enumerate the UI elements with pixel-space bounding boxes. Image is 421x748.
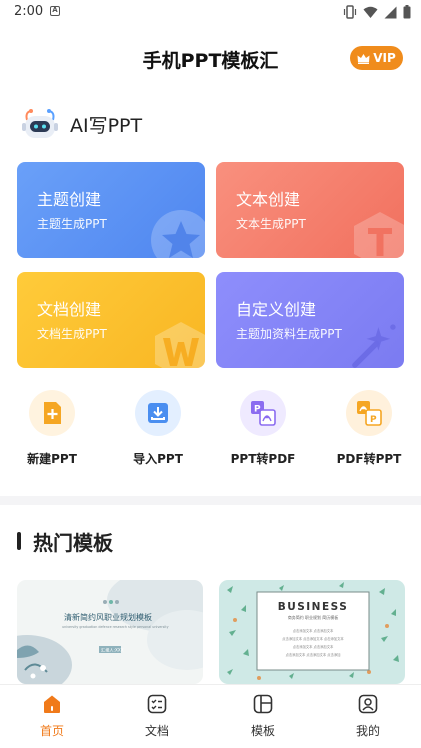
- template-subtitle: 商务简约 职业规划 简历模板: [288, 614, 339, 620]
- template-text-line: 点击添加文本 点击添加文本 点击添加: [286, 652, 341, 657]
- notification-icon: A: [50, 6, 60, 16]
- signal-icon: [384, 6, 397, 18]
- template-card[interactable]: BUSINESS 商务简约 职业规划 简历模板 点击添加文本 点击添加文本 点击…: [219, 580, 405, 684]
- document-icon: [147, 694, 167, 714]
- template-icon: [253, 694, 273, 714]
- nav-label: 模板: [250, 724, 275, 738]
- section-title-text: 热门模板: [33, 530, 113, 555]
- import-ppt-button[interactable]: 导入PPT: [108, 390, 208, 467]
- status-icons: [343, 4, 411, 20]
- section-title: 热门模板: [17, 527, 113, 555]
- card-document-create[interactable]: 文档创建 文档生成PPT: [17, 272, 205, 368]
- battery-icon: [403, 5, 411, 19]
- pdf-to-ppt-icon: P: [357, 401, 382, 426]
- vibrate-icon: [343, 5, 357, 19]
- profile-icon: [358, 694, 378, 714]
- bottom-nav: 首页 文档 模板 我的: [0, 684, 421, 748]
- template-thumbnail: BUSINESS 商务简约 职业规划 简历模板 点击添加文本 点击添加文本 点击…: [227, 582, 399, 680]
- template-subtitle: university graduation defence research s…: [62, 625, 169, 629]
- card-custom-create[interactable]: 自定义创建 主题加资料生成PPT: [216, 272, 404, 368]
- section-divider: [0, 496, 421, 505]
- vip-label: VIP: [373, 51, 396, 65]
- import-icon: [148, 403, 168, 423]
- ai-write-ppt[interactable]: AI写PPT: [22, 104, 142, 144]
- template-thumbnail: 清新简约风职业规划模板 university graduation defenc…: [17, 580, 203, 684]
- vip-button[interactable]: VIP: [350, 46, 403, 70]
- nav-label: 我的: [355, 724, 380, 738]
- w-letter-icon: [155, 322, 205, 368]
- t-letter-icon: [354, 212, 404, 258]
- card-title: 自定义创建: [236, 300, 317, 319]
- ppt-to-pdf-icon: P: [251, 401, 276, 426]
- nav-profile[interactable]: 我的: [338, 693, 398, 739]
- new-ppt-button[interactable]: 新建PPT: [2, 390, 102, 467]
- ai-label: AI写PPT: [70, 114, 143, 137]
- card-title: 文档创建: [37, 300, 102, 319]
- star-icon: [151, 210, 205, 258]
- ppt-to-pdf-button[interactable]: P PPT转PDF: [213, 390, 313, 467]
- crown-icon: [357, 53, 370, 64]
- card-title: 主题创建: [37, 190, 102, 209]
- new-file-icon: [44, 402, 61, 424]
- nav-home[interactable]: 首页: [22, 693, 82, 739]
- qa-label: 导入PPT: [133, 452, 183, 466]
- template-card[interactable]: 清新简约风职业规划模板 university graduation defenc…: [17, 580, 203, 684]
- template-title: 清新简约风职业规划模板: [64, 612, 152, 622]
- nav-label: 文档: [144, 724, 169, 738]
- section-marker: [17, 532, 21, 550]
- template-text-line: 点击添加文本 点击添加文本 点击添加文本: [282, 636, 344, 641]
- template-text-line: 点击添加文本 点击添加文本: [293, 644, 334, 649]
- wifi-icon: [363, 6, 378, 18]
- card-subtitle: 文档生成PPT: [37, 327, 107, 341]
- card-title: 文本创建: [236, 190, 301, 209]
- card-subtitle: 文本生成PPT: [236, 217, 306, 231]
- svg-text:P: P: [370, 415, 377, 425]
- nav-templates[interactable]: 模板: [233, 693, 293, 739]
- nav-label: 首页: [39, 724, 64, 738]
- robot-icon: [22, 109, 58, 138]
- card-subtitle: 主题加资料生成PPT: [236, 327, 342, 341]
- home-icon: [44, 695, 60, 713]
- magic-wand-icon: [352, 324, 396, 368]
- card-text-create[interactable]: 文本创建 文本生成PPT: [216, 162, 404, 258]
- template-text-line: 点击添加文本 点击添加文本: [293, 628, 334, 633]
- qa-label: 新建PPT: [27, 452, 77, 466]
- template-title: BUSINESS: [278, 601, 349, 613]
- status-time: 2:00: [14, 4, 44, 19]
- card-subtitle: 主题生成PPT: [37, 217, 107, 231]
- template-button: 汇报人:XXX: [101, 647, 124, 654]
- nav-documents[interactable]: 文档: [127, 693, 187, 739]
- status-bar: 2:00 A: [0, 0, 421, 24]
- pdf-to-ppt-button[interactable]: P PDF转PPT: [319, 390, 419, 467]
- qa-label: PDF转PPT: [336, 452, 402, 466]
- qa-label: PPT转PDF: [230, 452, 296, 466]
- card-theme-create[interactable]: 主题创建 主题生成PPT: [17, 162, 205, 258]
